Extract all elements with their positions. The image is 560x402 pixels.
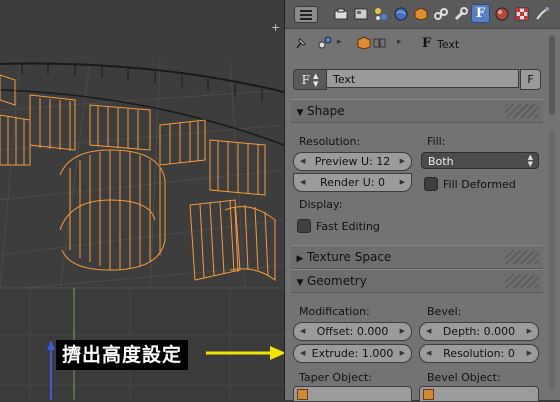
- decrement-arrow-icon[interactable]: ◀: [426, 323, 431, 340]
- extrude-field[interactable]: ◀ Extrude: 1.000 ▶: [293, 344, 412, 363]
- breadcrumb-separator: ▸: [337, 37, 342, 47]
- object-context-icon: [357, 36, 371, 53]
- offset-field[interactable]: ◀ Offset: 0.000 ▶: [293, 322, 412, 341]
- taper-object-label: Taper Object:: [299, 371, 372, 384]
- scene-context-icon: [317, 36, 333, 53]
- physics-icon[interactable]: [532, 4, 551, 23]
- increment-arrow-icon[interactable]: ▶: [527, 345, 532, 362]
- render-icon[interactable]: [331, 4, 350, 23]
- modifiers-icon[interactable]: [451, 4, 470, 23]
- render-layers-icon[interactable]: [351, 4, 370, 23]
- increment-arrow-icon[interactable]: ▶: [527, 323, 532, 340]
- properties-editor: F ▸ ▸ F Text F ▲ ▼ Text F ▼ Shape Resolu…: [284, 0, 560, 402]
- fill-deformed-label: Fill Deformed: [443, 178, 516, 191]
- datablock-selector: F ▲ ▼ Text F: [293, 69, 541, 90]
- world-icon[interactable]: [391, 4, 410, 23]
- text-data-small-icon: F: [422, 36, 432, 51]
- decrement-arrow-icon[interactable]: ◀: [300, 174, 305, 191]
- render-u-field[interactable]: ◀ Render U: 0 ▶: [293, 173, 412, 192]
- modification-label: Modification:: [299, 305, 370, 318]
- menu-icon[interactable]: [294, 6, 318, 23]
- fill-mode-select[interactable]: Both ▲ ▼: [421, 152, 539, 169]
- mesh-data-icon: [373, 37, 387, 52]
- breadcrumb: ▸ ▸ F Text: [285, 30, 560, 60]
- expanded-triangle-icon: ▼: [296, 108, 304, 118]
- increment-arrow-icon[interactable]: ▶: [400, 174, 405, 191]
- panel-drag-grip[interactable]: [505, 274, 539, 288]
- increment-arrow-icon[interactable]: ▶: [400, 323, 405, 340]
- decrement-arrow-icon[interactable]: ◀: [300, 153, 305, 170]
- texture-space-panel-header[interactable]: ▶ Texture Space: [291, 245, 543, 269]
- object-icon: [297, 389, 308, 400]
- fill-label: Fill:: [427, 135, 446, 148]
- fill-deformed-checkbox[interactable]: [424, 177, 438, 191]
- scene-icon[interactable]: [371, 4, 390, 23]
- expanded-triangle-icon: ▼: [296, 278, 304, 288]
- properties-scrollbar[interactable]: [547, 30, 557, 400]
- area-split-widget[interactable]: +: [271, 22, 280, 33]
- chevron-updown-icon: ▲ ▼: [527, 153, 533, 168]
- properties-context-bar: F: [285, 0, 560, 29]
- preview-u-field[interactable]: ◀ Preview U: 12 ▶: [293, 152, 412, 171]
- bevel-resolution-field[interactable]: ◀ Resolution: 0 ▶: [419, 344, 539, 363]
- increment-arrow-icon[interactable]: ▶: [400, 153, 405, 170]
- panel-drag-grip[interactable]: [505, 250, 539, 264]
- fast-editing-checkbox[interactable]: [297, 219, 311, 233]
- datablock-browse-button[interactable]: F ▲ ▼: [293, 69, 327, 90]
- resolution-label: Resolution:: [299, 135, 361, 148]
- fast-editing-label: Fast Editing: [316, 220, 380, 233]
- constraints-icon[interactable]: [431, 4, 450, 23]
- bevel-depth-field[interactable]: ◀ Depth: 0.000 ▶: [419, 322, 539, 341]
- breadcrumb-data-name: Text: [437, 38, 460, 51]
- text-data-icon[interactable]: F: [471, 4, 490, 23]
- shape-panel-header[interactable]: ▼ Shape: [291, 99, 543, 123]
- object-icon: [423, 389, 434, 400]
- pin-icon[interactable]: [294, 36, 308, 53]
- annotation-arrow: [206, 346, 286, 360]
- geometry-panel-header[interactable]: ▼ Geometry: [291, 269, 543, 293]
- display-label: Display:: [299, 198, 343, 211]
- breadcrumb-separator: ▸: [397, 37, 402, 47]
- annotation-label: 擠出高度設定: [56, 340, 189, 370]
- material-icon[interactable]: [492, 4, 511, 23]
- collapsed-triangle-icon: ▶: [296, 254, 304, 264]
- decrement-arrow-icon[interactable]: ◀: [300, 323, 305, 340]
- panel-drag-grip[interactable]: [505, 104, 539, 118]
- decrement-arrow-icon[interactable]: ◀: [426, 345, 431, 362]
- bevel-label: Bevel:: [427, 305, 462, 318]
- increment-arrow-icon[interactable]: ▶: [400, 345, 405, 362]
- fake-user-button[interactable]: F: [520, 69, 541, 90]
- bevel-object-label: Bevel Object:: [427, 371, 501, 384]
- decrement-arrow-icon[interactable]: ◀: [300, 345, 305, 362]
- object-icon[interactable]: [411, 4, 430, 23]
- datablock-name-field[interactable]: Text: [326, 69, 519, 88]
- texture-icon[interactable]: [512, 4, 531, 23]
